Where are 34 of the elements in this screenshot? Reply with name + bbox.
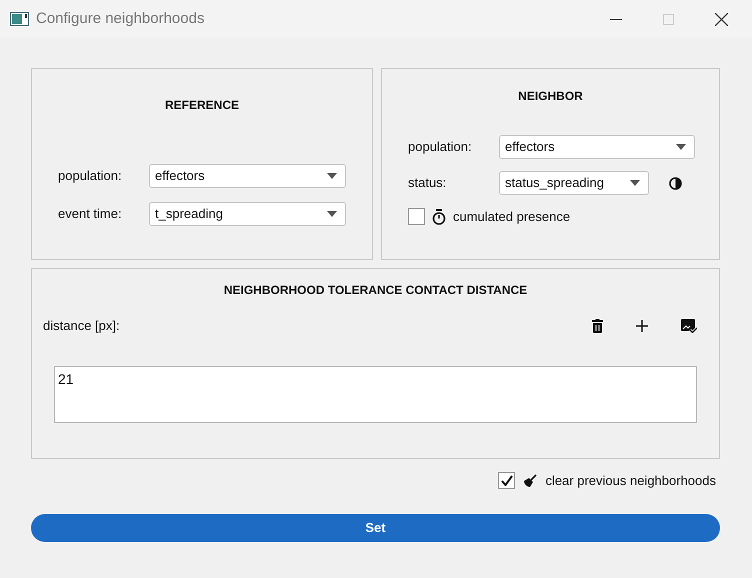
distance-list[interactable]: 21 bbox=[54, 366, 697, 422]
dropdown[interactable]: status_spreading bbox=[499, 171, 649, 195]
check-icon bbox=[500, 475, 513, 486]
app-icon bbox=[10, 12, 29, 26]
field-label: event time: bbox=[58, 205, 123, 224]
field-label: population: bbox=[58, 167, 123, 186]
field-label: distance [px]: bbox=[43, 317, 120, 335]
close-icon[interactable] bbox=[715, 12, 728, 26]
add-icon[interactable] bbox=[636, 320, 648, 332]
checkbox[interactable] bbox=[408, 208, 425, 226]
set-button[interactable]: Set bbox=[31, 514, 720, 542]
field-label: status: bbox=[408, 174, 448, 192]
panel-title: NEIGHBORHOOD TOLERANCE CONTACT DISTANCE bbox=[222, 282, 528, 299]
caret-icon bbox=[676, 144, 686, 150]
dropdown[interactable]: effectors bbox=[149, 164, 346, 188]
panel-title: NEIGHBOR bbox=[517, 88, 584, 105]
list-item[interactable]: 21 bbox=[58, 368, 693, 390]
delete-icon[interactable] bbox=[592, 318, 603, 333]
dropdown[interactable]: t_spreading bbox=[149, 202, 346, 226]
dropdown[interactable]: effectors bbox=[499, 135, 695, 159]
caret-icon bbox=[327, 173, 337, 179]
image-check-icon[interactable] bbox=[681, 318, 697, 333]
minimize-icon[interactable] bbox=[610, 18, 622, 20]
checkbox-label: cumulated presence bbox=[453, 208, 570, 226]
window-title: Configure neighborhoods bbox=[36, 8, 204, 29]
stopwatch-icon bbox=[432, 208, 446, 225]
caret-icon bbox=[630, 180, 640, 186]
field-label: population: bbox=[408, 138, 473, 156]
checkbox[interactable] bbox=[498, 472, 516, 490]
broom-icon bbox=[523, 474, 538, 488]
checkbox-label: clear previous neighborhoods bbox=[545, 472, 716, 490]
contrast-icon[interactable] bbox=[669, 176, 682, 190]
panel-title: REFERENCE bbox=[164, 97, 240, 114]
caret-icon bbox=[327, 211, 337, 217]
